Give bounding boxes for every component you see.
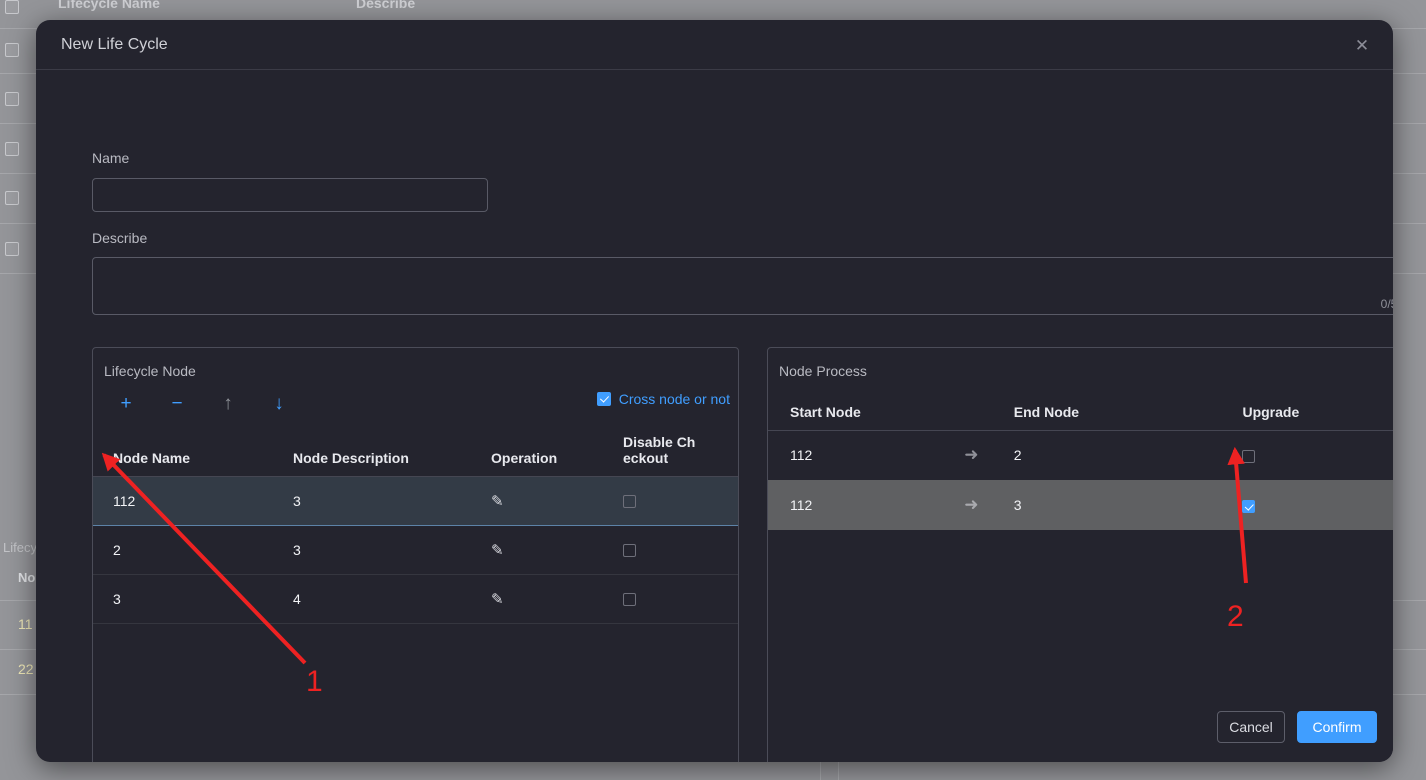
- cell-node-name: 3: [93, 574, 293, 624]
- move-down-button[interactable]: ↓: [266, 390, 292, 416]
- start-node-value: 112: [790, 497, 813, 513]
- column-disable-checkout: Disable Ch eckout: [623, 420, 738, 477]
- node-process-table: Start Node End Node Upgrade 112 ➜ 2 112 …: [768, 386, 1393, 530]
- name-label: Name: [92, 150, 130, 166]
- disable-checkout-checkbox[interactable]: [623, 495, 636, 509]
- describe-label: Describe: [92, 230, 148, 246]
- cell-disable-checkout: [623, 574, 738, 624]
- close-icon[interactable]: ✕: [1349, 32, 1375, 58]
- lifecycle-node-toolbar: + − ↑ ↓: [113, 390, 292, 416]
- cell-upgrade: [1242, 480, 1393, 530]
- background-lower-row-value: 11: [18, 616, 33, 632]
- cross-node-checkbox[interactable]: [596, 392, 611, 406]
- background-row-checkbox[interactable]: [5, 242, 19, 256]
- background-lifecycle-label: Lifecy: [3, 540, 37, 555]
- edit-pencil-icon[interactable]: ✎: [491, 541, 504, 559]
- lifecycle-node-table-header: Node Name Node Description Operation Dis…: [93, 420, 738, 477]
- node-process-table-body: 112 ➜ 2 112 ➜ 3: [768, 430, 1393, 530]
- name-input[interactable]: [92, 178, 488, 212]
- background-select-all-checkbox[interactable]: [5, 0, 19, 14]
- background-row-checkbox[interactable]: [5, 191, 19, 205]
- cross-node-label: Cross node or not: [618, 391, 730, 407]
- table-header-row: Start Node End Node Upgrade: [768, 386, 1393, 431]
- cell-upgrade: [1242, 430, 1393, 480]
- lifecycle-node-table: Node Name Node Description Operation Dis…: [93, 420, 738, 624]
- describe-input[interactable]: [92, 257, 1393, 315]
- remove-node-button[interactable]: −: [164, 390, 190, 416]
- background-lower-row-value: 22: [18, 661, 34, 677]
- cell-node-description: 3: [293, 525, 491, 575]
- cell-node-description: 4: [293, 574, 491, 624]
- background-node-column-label: No: [18, 570, 36, 585]
- cell-disable-checkout: [623, 475, 738, 526]
- background-column-lifecycle-name: Lifecycle Name: [58, 0, 160, 11]
- column-node-name: Node Name: [93, 420, 293, 477]
- dialog-body: Name Describe 0/50 Lifecycle Node + − ↑ …: [36, 70, 1393, 762]
- column-end-node: End Node: [1013, 386, 1243, 431]
- cell-operation: ✎: [491, 475, 623, 526]
- lifecycle-node-panel-title: Lifecycle Node: [104, 363, 196, 379]
- arrow-right-icon: ➜: [964, 445, 979, 465]
- confirm-button[interactable]: Confirm: [1297, 711, 1377, 743]
- background-row-checkbox[interactable]: [5, 43, 19, 57]
- table-header-row: Node Name Node Description Operation Dis…: [93, 420, 738, 477]
- lifecycle-node-table-body: 112 3 ✎ 2 3 ✎ 3 4 ✎: [93, 475, 738, 624]
- cell-node-description: 3: [293, 475, 491, 526]
- new-life-cycle-dialog: New Life Cycle ✕ Name Describe 0/50 Life…: [36, 20, 1393, 762]
- table-row[interactable]: 3 4 ✎: [93, 574, 738, 624]
- cell-disable-checkout: [623, 525, 738, 575]
- cell-operation: ✎: [491, 525, 623, 575]
- cancel-button[interactable]: Cancel: [1217, 711, 1285, 743]
- dialog-title: New Life Cycle: [61, 36, 168, 53]
- dialog-header: New Life Cycle ✕: [36, 20, 1393, 70]
- table-row[interactable]: 112 ➜ 3: [768, 480, 1393, 530]
- background-vertical-divider: [820, 762, 821, 780]
- cell-node-name: 2: [93, 525, 293, 575]
- column-start-node: Start Node: [768, 386, 1014, 431]
- start-node-value: 112: [790, 447, 813, 464]
- background-vertical-divider: [838, 762, 839, 780]
- node-process-panel-title: Node Process: [779, 363, 867, 379]
- background-column-describe: Describe: [356, 0, 416, 11]
- edit-pencil-icon[interactable]: ✎: [491, 590, 504, 608]
- cell-end-node: 2: [1013, 447, 1022, 464]
- table-row[interactable]: 112 3 ✎: [93, 475, 738, 526]
- dialog-footer: Cancel Confirm: [36, 698, 1393, 762]
- cell-node-name: 112: [93, 475, 293, 526]
- cell-start-node: 112 ➜: [768, 430, 1014, 480]
- add-node-button[interactable]: +: [113, 390, 139, 416]
- cross-node-checkbox-group[interactable]: Cross node or not: [596, 391, 730, 407]
- cell-start-node: 112 ➜: [768, 480, 1014, 530]
- node-process-upgrade-checkbox[interactable]: [1242, 499, 1256, 513]
- table-row[interactable]: 2 3 ✎: [93, 525, 738, 575]
- move-up-button[interactable]: ↑: [215, 390, 241, 416]
- arrow-right-icon: ➜: [964, 495, 979, 514]
- cell-end-node: 3: [1013, 480, 1243, 530]
- node-process-upgrade-checkbox[interactable]: [1242, 450, 1256, 464]
- background-row-checkbox[interactable]: [5, 142, 19, 156]
- describe-field-wrapper: 0/50: [92, 257, 1393, 315]
- column-node-description: Node Description: [293, 420, 491, 477]
- disable-checkout-checkbox[interactable]: [623, 544, 636, 558]
- edit-pencil-icon[interactable]: ✎: [491, 492, 504, 510]
- cell-operation: ✎: [491, 574, 623, 624]
- column-upgrade: Upgrade: [1242, 386, 1393, 431]
- table-row[interactable]: 112 ➜ 2: [768, 430, 1393, 480]
- background-row-checkbox[interactable]: [5, 92, 19, 106]
- disable-checkout-checkbox[interactable]: [623, 593, 636, 607]
- node-process-table-header: Start Node End Node Upgrade: [768, 386, 1393, 431]
- column-operation: Operation: [491, 420, 623, 477]
